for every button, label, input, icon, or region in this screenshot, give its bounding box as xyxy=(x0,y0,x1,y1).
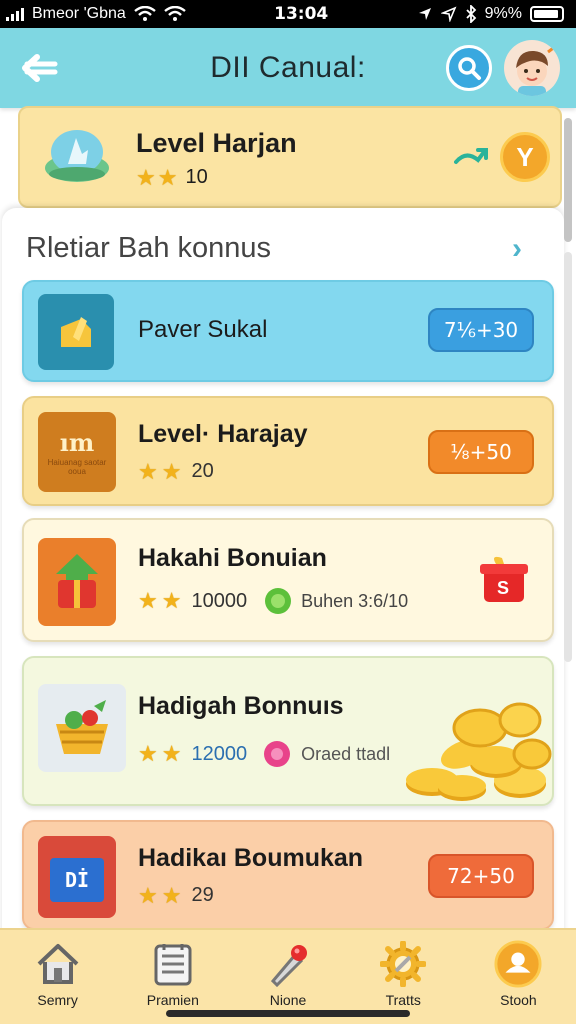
water-gem-icon xyxy=(45,130,109,182)
star-icon: ★ xyxy=(138,741,158,766)
bonus-title: Hadikaı Boumukan xyxy=(138,844,364,872)
level-card[interactable]: Level Harjan ★ ★ 10 Y xyxy=(18,106,562,208)
calendar-box-icon: Dİ xyxy=(38,836,116,918)
red-gift-icon: S xyxy=(480,556,528,602)
chevron-right-icon[interactable]: › xyxy=(512,232,522,266)
pin-icon xyxy=(264,940,312,988)
star-icon: ★ xyxy=(136,164,156,190)
back-button[interactable] xyxy=(20,50,60,86)
wifi-icon xyxy=(134,6,156,21)
home-icon xyxy=(34,940,82,988)
bonus-value: 20 xyxy=(191,460,214,482)
bonus-extra: Oraed ttadl xyxy=(301,743,391,764)
bonus-title: Hakahi Bonuian xyxy=(138,544,327,572)
star-icon: ★ xyxy=(138,588,158,613)
scrollbar-track[interactable] xyxy=(564,252,572,662)
bluetooth-icon xyxy=(466,5,476,23)
star-icon: ★ xyxy=(161,588,182,613)
gear-icon xyxy=(379,940,427,988)
bonus-title: Hadigah Bonnuıs xyxy=(138,692,344,720)
bonus-title: Level· Harajay xyxy=(138,420,308,448)
level-stars: ★ ★ 10 xyxy=(136,166,208,189)
star-icon: ★ xyxy=(161,882,182,908)
profile-icon xyxy=(494,940,542,988)
level-value: 10 xyxy=(185,166,208,188)
calendar-box-label: Dİ xyxy=(64,868,90,892)
svg-text:S: S xyxy=(497,578,509,598)
status-right: 9%% xyxy=(417,5,564,23)
nav-label: Semry xyxy=(37,992,78,1008)
bonus-value: 29 xyxy=(191,884,214,906)
star-icon: ★ xyxy=(161,741,182,766)
bonus-value: 10000 xyxy=(191,589,248,612)
signal-icon xyxy=(6,7,24,21)
gift-box-icon xyxy=(38,538,116,626)
scrollbar-thumb[interactable] xyxy=(564,118,572,242)
bonus-reward-pill[interactable]: 7⅙+30 xyxy=(428,308,534,352)
list-item[interactable]: Dİ Hadikaı Boumukan ★ ★ 29 72+50 xyxy=(22,820,554,930)
gold-coins-icon xyxy=(406,702,552,801)
status-time: 13:04 xyxy=(274,4,329,24)
home-indicator xyxy=(166,1010,410,1017)
star-icon: ★ xyxy=(138,458,158,484)
back-arrow-icon xyxy=(22,54,58,82)
avatar-face-icon xyxy=(516,44,557,96)
section-title: Rletiar Bah konnus xyxy=(26,232,272,264)
list-item[interactable]: Hadigah Bonnuıs ★ ★ 12000 Oraed ttadl xyxy=(22,656,554,806)
list-item[interactable]: Hakahi Bonuian ★ ★ 10000 Buhen 3:6/10 S xyxy=(22,518,554,642)
bag-icon xyxy=(38,294,114,370)
list-icon xyxy=(149,940,197,988)
bonus-reward-pill[interactable]: 72+50 xyxy=(428,854,534,898)
search-icon xyxy=(458,57,481,80)
bonus-meta: ★ ★ 29 xyxy=(138,884,214,907)
nav-label: Stooh xyxy=(500,992,537,1008)
fruit-basket-icon xyxy=(38,684,126,772)
level-title: Level Harjan xyxy=(136,128,297,158)
bonus-meta: ★ ★ 20 xyxy=(138,460,214,483)
swap-arrow-icon xyxy=(454,148,488,164)
bonus-reward-pill[interactable]: ⅟₈+50 xyxy=(428,430,534,474)
green-coin-icon xyxy=(265,588,292,614)
nav-item-semry[interactable]: Semry xyxy=(0,930,115,1024)
crate-sublabel: Haiuanag saotar ooua xyxy=(47,457,107,476)
list-item[interactable]: Paver Sukal 7⅙+30 xyxy=(22,280,554,382)
nav-label: Tratts xyxy=(385,992,421,1008)
location-outline-icon xyxy=(440,6,457,22)
status-left: Bmeor 'Gbna xyxy=(6,5,186,23)
list-item[interactable]: ım Haiuanag saotar ooua Level· Harajay ★… xyxy=(22,396,554,506)
bonus-meta: ★ ★ 12000 Oraed ttadl xyxy=(138,738,390,770)
search-button[interactable] xyxy=(446,45,492,91)
bonus-title: Paver Sukal xyxy=(138,316,268,343)
location-icon xyxy=(418,8,431,20)
pink-flower-icon xyxy=(264,741,291,767)
battery-percent: 9%% xyxy=(484,5,522,22)
bonus-meta: ★ ★ 10000 Buhen 3:6/10 xyxy=(138,586,408,616)
wifi-icon-2 xyxy=(164,6,186,21)
avatar[interactable] xyxy=(504,40,560,96)
level-crate-icon: ım Haiuanag saotar ooua xyxy=(38,412,116,492)
nav-label: Nione xyxy=(269,992,307,1008)
bonus-extra: Buhen 3:6/10 xyxy=(301,590,409,611)
battery-icon xyxy=(530,6,564,22)
page-title: DII Canual: xyxy=(210,51,366,84)
bonus-value: 12000 xyxy=(191,742,248,765)
level-badge[interactable]: Y xyxy=(500,132,550,182)
carrier-text: Bmeor 'Gbna xyxy=(32,5,126,22)
nav-item-stooh[interactable]: Stooh xyxy=(461,930,576,1024)
status-bar: Bmeor 'Gbna 13:04 9%% xyxy=(0,0,576,28)
star-icon: ★ xyxy=(157,164,178,190)
star-icon: ★ xyxy=(161,458,182,484)
star-icon: ★ xyxy=(138,882,158,908)
app-header: DII Canual: xyxy=(0,28,576,108)
crate-label: ım xyxy=(59,427,95,457)
nav-label: Pramien xyxy=(146,992,199,1008)
